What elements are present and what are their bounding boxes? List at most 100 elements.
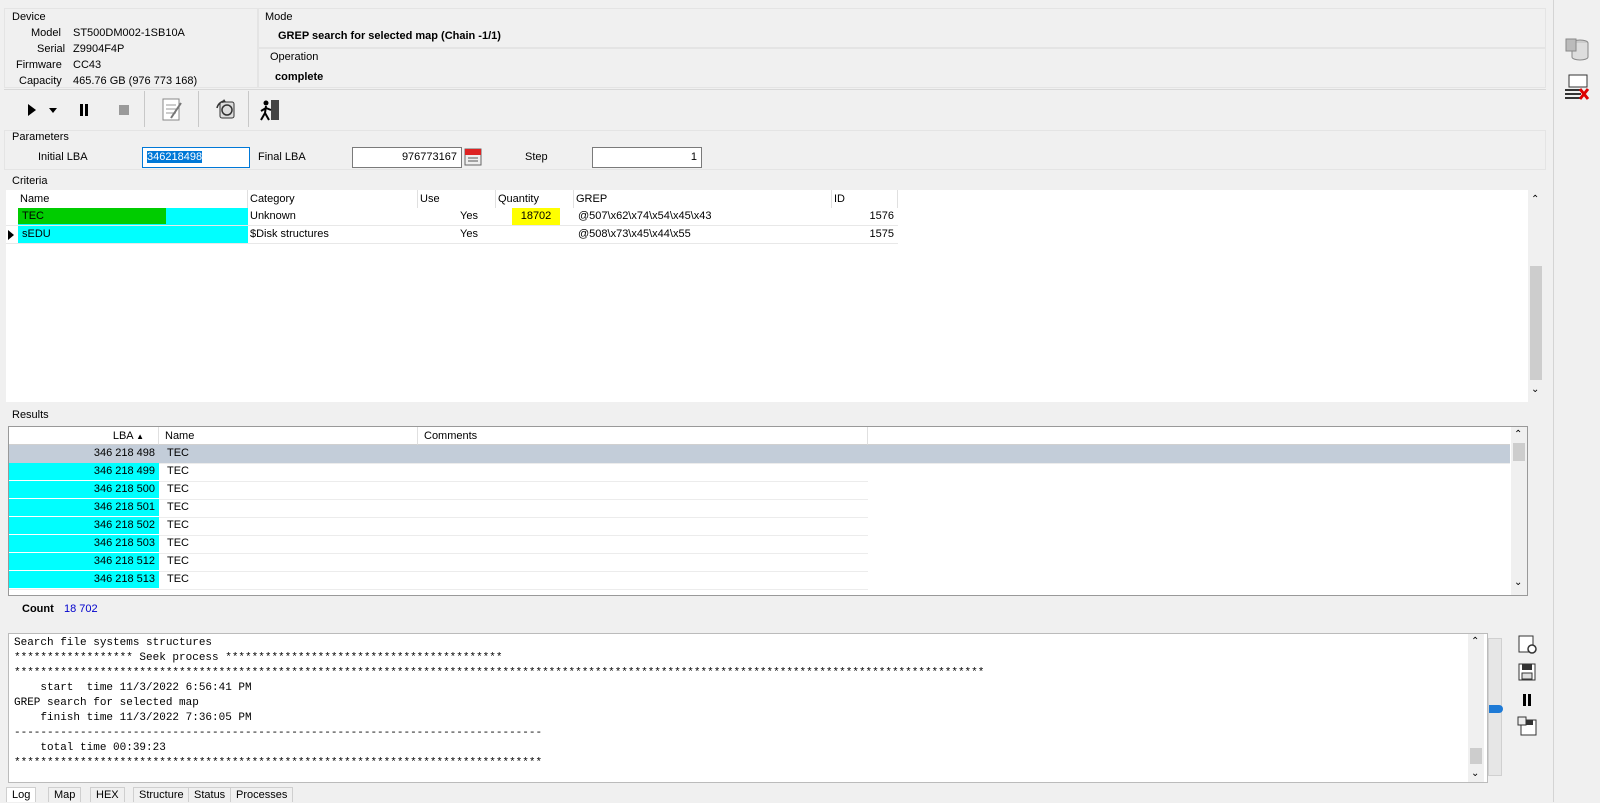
criteria-col-name[interactable]: Name <box>18 190 248 208</box>
table-row[interactable]: 346 218 502 TEC <box>9 517 868 536</box>
toolbar-separator <box>144 91 145 127</box>
criteria-title: Criteria <box>12 175 48 187</box>
scroll-down-icon[interactable]: ⌄ <box>1514 577 1522 588</box>
scroll-down-icon[interactable]: ⌄ <box>1471 768 1479 779</box>
table-row[interactable]: 346 218 513 TEC <box>9 571 868 590</box>
lba-cell: 346 218 502 <box>9 517 159 534</box>
capacity-label: Capacity <box>19 75 62 87</box>
initial-lba-input[interactable]: 346218498 <box>142 147 250 168</box>
criteria-col-id[interactable]: ID <box>832 190 898 208</box>
criteria-col-quantity[interactable]: Quantity <box>496 190 574 208</box>
slider-thumb[interactable] <box>1489 705 1503 713</box>
scroll-up-icon[interactable]: ⌃ <box>1514 429 1522 440</box>
log-line: start time 11/3/2022 6:56:41 PM <box>14 682 252 694</box>
tab-log[interactable]: Log <box>6 787 37 802</box>
exit-icon[interactable] <box>256 96 284 124</box>
scrollbar-thumb[interactable] <box>1470 748 1482 764</box>
criteria-row[interactable]: TEC Unknown Yes 18702 @507\x62\x74\x54\x… <box>6 208 898 226</box>
operation-panel <box>258 48 1546 88</box>
toolbar-separator <box>198 91 199 127</box>
initial-lba-value: 346218498 <box>147 151 203 163</box>
tab-status[interactable]: Status <box>188 787 232 802</box>
name-cell: TEC <box>167 465 189 477</box>
criteria-name: sEDU <box>22 228 51 240</box>
close-panel-icon[interactable] <box>1562 72 1592 102</box>
name-cell: TEC <box>167 447 189 459</box>
results-col-name[interactable]: Name <box>159 427 418 445</box>
scrollbar-thumb[interactable] <box>1530 266 1542 380</box>
comments-cell <box>423 553 863 570</box>
final-lba-value: 976773167 <box>401 151 457 163</box>
criteria-scrollbar[interactable]: ⌃ ⌄ <box>1528 190 1544 402</box>
final-lba-label: Final LBA <box>258 151 306 163</box>
row-pointer-icon <box>8 226 16 243</box>
log-speed-slider[interactable] <box>1488 638 1503 776</box>
database-icon[interactable] <box>1562 34 1592 64</box>
mode-value: GREP search for selected map (Chain -1/1… <box>278 30 501 42</box>
table-row[interactable]: 346 218 498 TEC <box>9 445 1510 464</box>
comments-cell <box>423 517 863 534</box>
name-cell: TEC <box>167 573 189 585</box>
notes-icon[interactable] <box>158 96 186 124</box>
firmware-label: Firmware <box>16 59 62 71</box>
max-lba-icon[interactable] <box>464 148 482 166</box>
refresh-disk-icon[interactable] <box>212 96 240 124</box>
comments-cell <box>423 481 863 498</box>
results-col-lba[interactable]: LBA ▲ <box>9 427 159 445</box>
criteria-col-use[interactable]: Use <box>418 190 496 208</box>
name-cell: TEC <box>167 555 189 567</box>
scrollbar-thumb[interactable] <box>1513 443 1525 461</box>
lba-cell: 346 218 512 <box>9 553 159 570</box>
results-col-comments[interactable]: Comments <box>418 427 868 445</box>
scroll-up-icon[interactable]: ⌃ <box>1531 194 1539 205</box>
lba-cell: 346 218 498 <box>93 447 155 459</box>
initial-lba-label: Initial LBA <box>38 151 88 163</box>
firmware-value: CC43 <box>73 59 102 71</box>
table-row[interactable]: 346 218 501 TEC <box>9 499 868 518</box>
name-cell: TEC <box>167 519 189 531</box>
lba-cell: 346 218 503 <box>9 535 159 552</box>
results-col-filler <box>868 427 1510 445</box>
table-row[interactable]: 346 218 503 TEC <box>9 535 868 554</box>
pause-icon[interactable] <box>1515 688 1539 712</box>
comments-cell <box>423 445 863 462</box>
settings-icon[interactable] <box>1515 632 1539 656</box>
play-icon[interactable] <box>20 98 44 122</box>
final-lba-input[interactable]: 976773167 <box>352 147 462 168</box>
name-cell: TEC <box>167 537 189 549</box>
criteria-quantity: 18702 <box>512 208 560 225</box>
scroll-down-icon[interactable]: ⌄ <box>1531 384 1539 395</box>
criteria-grid[interactable]: Name Category Use Quantity GREP ID TEC U… <box>6 190 1544 402</box>
criteria-name-cell: TEC <box>18 208 248 225</box>
table-row[interactable]: 346 218 500 TEC <box>9 481 868 500</box>
table-row[interactable]: 346 218 512 TEC <box>9 553 868 572</box>
step-value: 1 <box>690 151 697 163</box>
pause-icon[interactable] <box>72 98 96 122</box>
results-grid[interactable]: LBA ▲ Name Comments 346 218 498 TEC 346 21… <box>8 426 1528 596</box>
log-scrollbar[interactable]: ⌃ ⌄ <box>1468 634 1484 782</box>
criteria-col-category[interactable]: Category <box>248 190 418 208</box>
table-row[interactable]: 346 218 499 TEC <box>9 463 868 482</box>
criteria-name: TEC <box>22 210 44 222</box>
criteria-grep: @508\x73\x45\x44\x55 <box>578 228 691 240</box>
dropdown-arrow-icon[interactable] <box>46 98 60 122</box>
stop-icon[interactable] <box>112 98 136 122</box>
sort-asc-icon: ▲ <box>136 432 144 441</box>
tab-hex[interactable]: HEX <box>90 787 125 802</box>
criteria-col-grep[interactable]: GREP <box>574 190 832 208</box>
tab-structure[interactable]: Structure <box>133 787 190 802</box>
save-as-icon[interactable] <box>1515 714 1539 738</box>
count-label: Count <box>22 603 54 615</box>
tab-processes[interactable]: Processes <box>230 787 294 802</box>
operation-value: complete <box>275 71 324 83</box>
capacity-value: 465.76 GB (976 773 168) <box>73 75 198 87</box>
log-line: GREP search for selected map <box>14 697 199 709</box>
criteria-row[interactable]: sEDU $Disk structures Yes @508\x73\x45\x… <box>6 226 898 244</box>
scroll-up-icon[interactable]: ⌃ <box>1471 636 1479 647</box>
tab-map[interactable]: Map <box>48 787 82 802</box>
log-line: ****************************************… <box>14 667 985 679</box>
save-icon[interactable] <box>1515 660 1539 684</box>
results-scrollbar[interactable]: ⌃ ⌄ <box>1511 427 1527 595</box>
model-label: Model <box>31 27 61 39</box>
step-input[interactable]: 1 <box>592 147 702 168</box>
